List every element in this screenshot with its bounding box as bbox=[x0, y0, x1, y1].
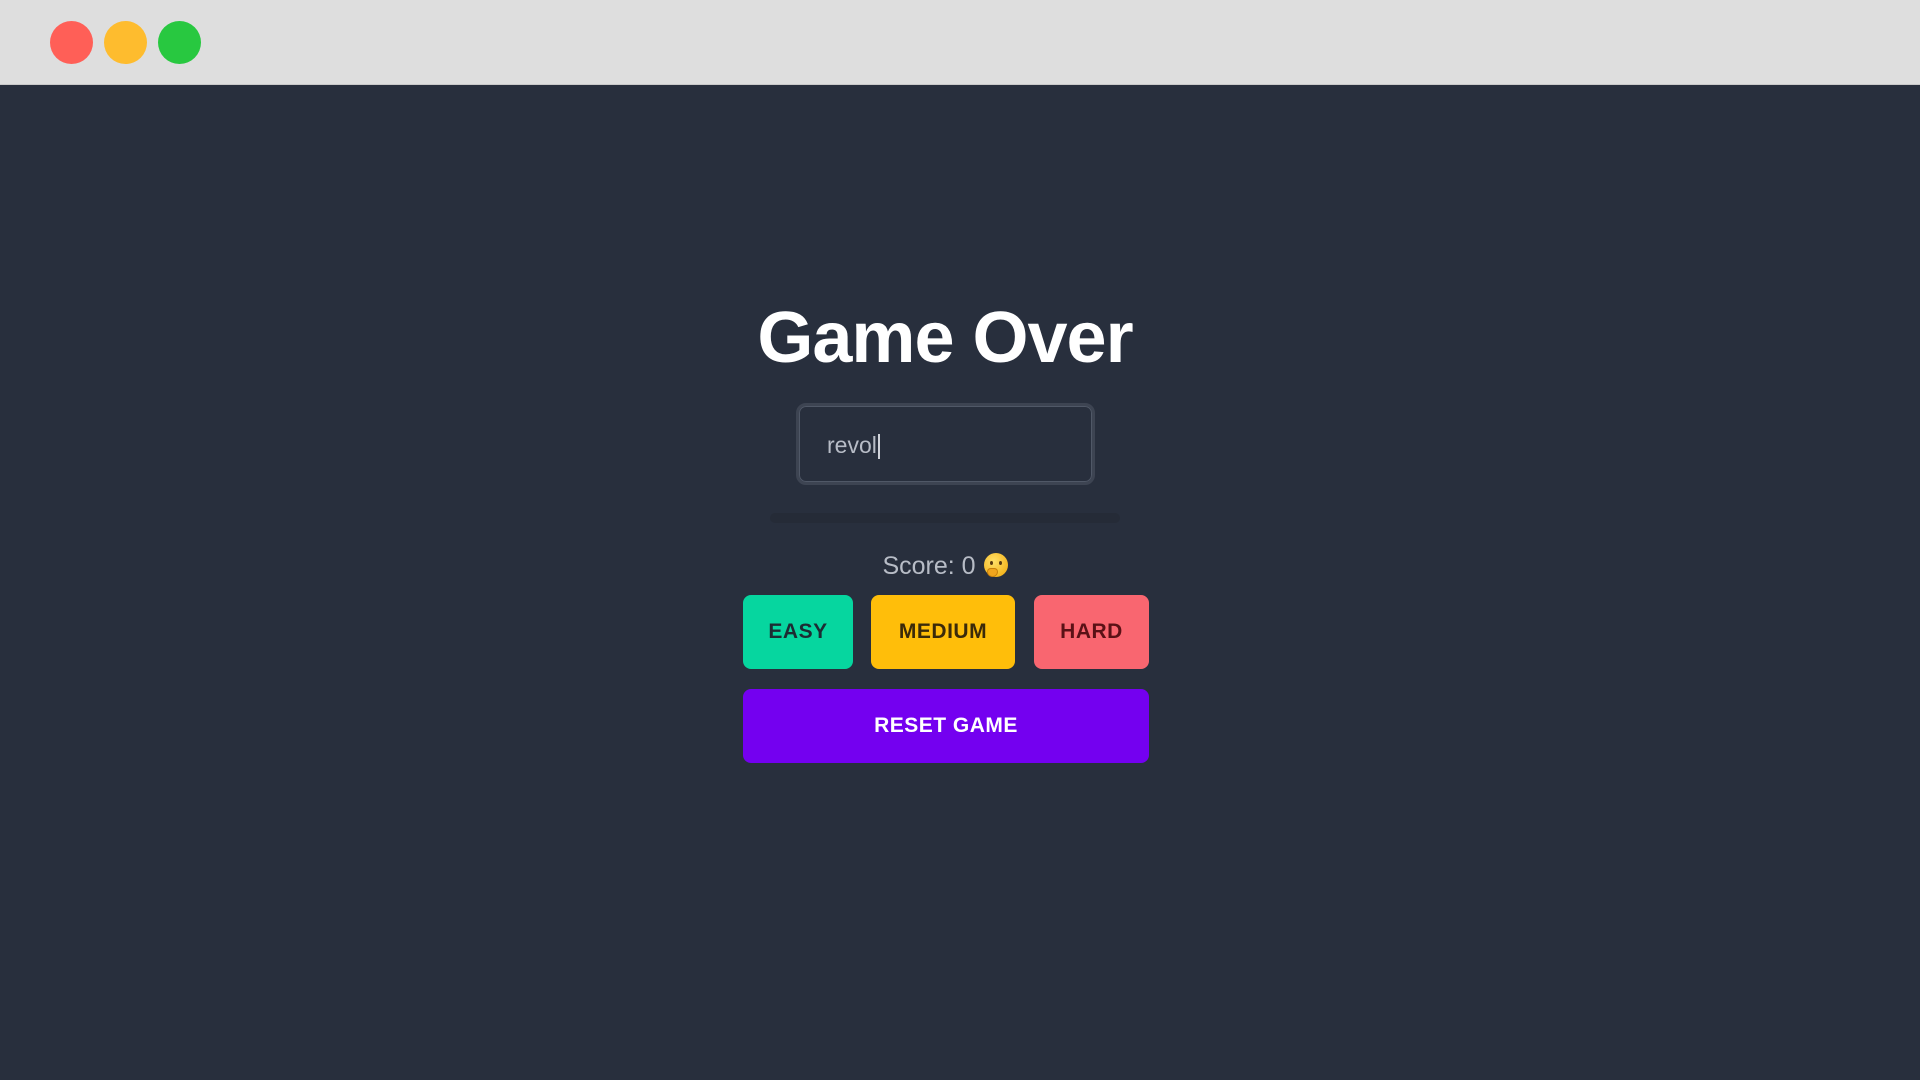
window-titlebar bbox=[0, 0, 1920, 85]
game-screen: Game Over revol Score: 0 EASY MEDIUM HAR… bbox=[0, 85, 1920, 1080]
hard-button[interactable]: HARD bbox=[1034, 595, 1149, 669]
maximize-window-button[interactable] bbox=[158, 21, 201, 64]
easy-button[interactable]: EASY bbox=[743, 595, 853, 669]
score-display: Score: 0 bbox=[0, 550, 1890, 582]
word-input-text: revol bbox=[827, 430, 880, 460]
score-text: Score: 0 bbox=[882, 552, 976, 580]
text-caret bbox=[877, 434, 880, 460]
close-window-button[interactable] bbox=[50, 21, 93, 64]
reset-game-button[interactable]: RESET GAME bbox=[743, 689, 1149, 763]
medium-button[interactable]: MEDIUM bbox=[871, 595, 1015, 669]
thinking-face-icon bbox=[983, 553, 1008, 577]
page-title: Game Over bbox=[757, 298, 1133, 378]
word-input[interactable]: revol bbox=[796, 403, 1095, 485]
minimize-window-button[interactable] bbox=[104, 21, 147, 64]
divider bbox=[770, 513, 1120, 523]
